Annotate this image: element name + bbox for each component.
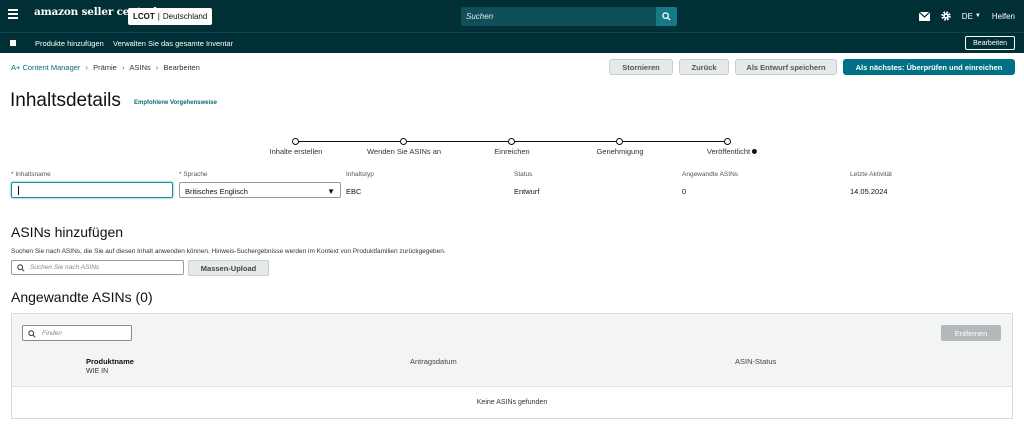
help-link[interactable]: Helfen: [992, 12, 1015, 21]
add-asins-hint: Suchen Sie nach ASINs, die Sie auf diese…: [11, 248, 446, 255]
breadcrumb-item-premium[interactable]: Prämie: [93, 63, 117, 72]
filter-placeholder: Finden: [42, 330, 62, 337]
save-draft-button[interactable]: Als Entwurf speichern: [735, 59, 837, 75]
chevron-right-icon: ›: [155, 63, 159, 72]
last-activity-value: 14.05.2024: [850, 187, 888, 196]
search-input[interactable]: Suchen: [466, 12, 493, 21]
content-name-label: * Inhaltsname: [11, 171, 51, 178]
back-button[interactable]: Zurück: [679, 59, 729, 75]
account-market: Deutschland: [162, 12, 208, 21]
empty-message: Keine ASINs gefunden: [476, 399, 548, 406]
bookmark-icon[interactable]: [10, 40, 16, 46]
language-label: * Sprache: [179, 171, 208, 178]
caret-down-icon: ▼: [327, 187, 335, 196]
shortcut-bar: Produkte hinzufügen Verwalten Sie das ge…: [0, 32, 1024, 53]
column-subheader-asin: WIE IN: [86, 368, 109, 375]
search-icon: [662, 12, 671, 21]
global-search[interactable]: Suchen: [461, 7, 677, 26]
language-select-value: Britisches Englisch: [185, 187, 248, 196]
account-switcher[interactable]: LCOT | Deutschland: [128, 8, 213, 25]
table-empty-row: Keine ASINs gefunden: [12, 386, 1012, 418]
step-label-create: Inhalte erstellen: [269, 147, 323, 156]
action-bar: Stornieren Zurück Als Entwurf speichern …: [609, 59, 1015, 75]
asin-search-placeholder: Suchen Sie nach ASINs: [30, 264, 100, 271]
chevron-right-icon: ›: [121, 63, 125, 72]
step-label-approval: Genehmigung: [596, 147, 644, 156]
applied-asins-table: Finden Entfernen Produktname WIE IN Antr…: [11, 313, 1013, 419]
gear-icon[interactable]: [941, 11, 951, 21]
add-asins-heading: ASINs hinzufügen: [11, 224, 124, 240]
status-label: Status: [514, 171, 533, 178]
remove-button[interactable]: Entfernen: [941, 325, 1001, 341]
search-icon: [28, 330, 36, 338]
asin-search-field[interactable]: Suchen Sie nach ASINs: [11, 260, 184, 275]
caret-down-icon: ▼: [974, 13, 981, 19]
column-header-request-date[interactable]: Antragsdatum: [410, 357, 457, 366]
search-icon: [17, 264, 25, 272]
content-type-value: EBC: [346, 187, 362, 196]
last-activity-label: Letzte Aktivität: [850, 171, 892, 178]
mail-icon[interactable]: [918, 11, 930, 21]
recommended-approach-link[interactable]: Empfohlene Vorgehensweise: [134, 100, 217, 106]
content-name-input[interactable]: [11, 182, 173, 198]
step-dot-published: [724, 138, 731, 145]
menu-icon[interactable]: [8, 9, 18, 21]
breadcrumb-item-asins[interactable]: ASINs: [130, 63, 151, 72]
step-label-published: Veröffentlicht: [706, 147, 751, 156]
applied-asins-value: 0: [682, 187, 687, 196]
language-select[interactable]: Britisches Englisch ▼: [179, 182, 341, 198]
step-label-published-wrap: Veröffentlicht: [706, 147, 758, 156]
bulk-upload-button[interactable]: Massen-Upload: [188, 260, 269, 276]
search-button[interactable]: [656, 7, 677, 26]
account-separator: |: [157, 12, 160, 21]
account-store: LCOT: [133, 12, 155, 21]
filter-input[interactable]: Finden: [22, 325, 132, 341]
info-icon[interactable]: [752, 149, 758, 154]
step-label-submit: Einreichen: [494, 147, 530, 156]
next-review-submit-button[interactable]: Als nächstes: Überprüfen und einreichen: [843, 59, 1015, 75]
cancel-button[interactable]: Stornieren: [609, 59, 673, 75]
applied-asins-label: Angewandte ASINs: [682, 171, 739, 178]
step-dot-submit: [508, 138, 515, 145]
top-header: amazon seller central europe LCOT | Deut…: [0, 0, 1024, 32]
breadcrumb-item-aplus[interactable]: A+ Content Manager: [11, 63, 80, 72]
language-selector[interactable]: DE ▼: [962, 12, 981, 21]
text-caret: [18, 186, 19, 195]
step-dot-approval: [616, 138, 623, 145]
language-label: DE: [961, 11, 973, 21]
content-type-label: Inhaltstyp: [346, 171, 374, 178]
nav-link-manage-inventory[interactable]: Verwalten Sie das gesamte Inventar: [113, 39, 233, 48]
step-label-apply-asins: Wenden Sie ASINs an: [366, 147, 442, 156]
status-value: Entwurf: [514, 187, 540, 196]
breadcrumb: A+ Content Manager › Prämie › ASINs › Be…: [11, 63, 200, 72]
step-dot-create: [292, 138, 299, 145]
applied-asins-heading: Angewandte ASINs (0): [11, 289, 153, 305]
step-dot-apply-asins: [400, 138, 407, 145]
column-header-product-name[interactable]: Produktname: [86, 357, 134, 366]
nav-link-add-products[interactable]: Produkte hinzufügen: [35, 39, 104, 48]
edit-shortcuts-button[interactable]: Bearbeiten: [965, 36, 1015, 50]
column-header-asin-status[interactable]: ASIN-Status: [735, 357, 776, 366]
breadcrumb-item-edit: Bearbeiten: [163, 63, 200, 72]
chevron-right-icon: ›: [85, 63, 89, 72]
page-title: Inhaltsdetails: [10, 90, 121, 111]
